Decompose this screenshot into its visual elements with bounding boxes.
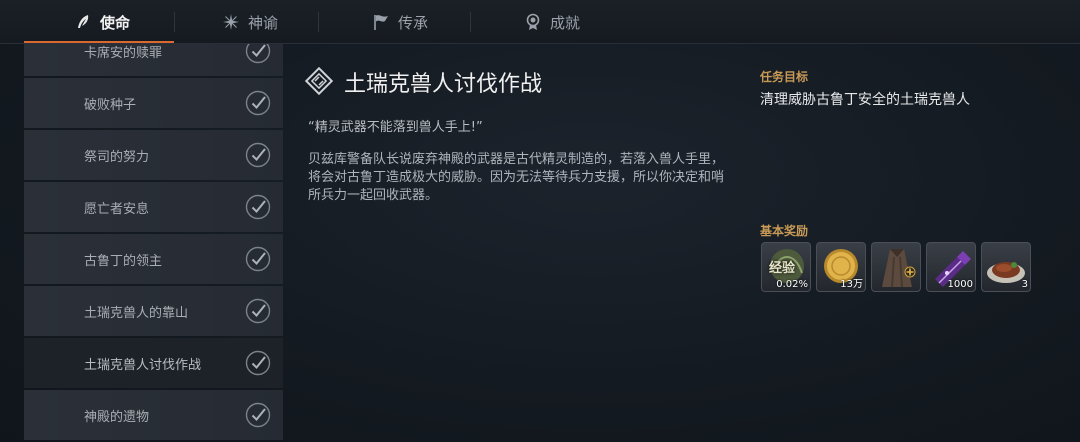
check-circle-icon (245, 90, 271, 116)
quest-list[interactable]: 卡席安的赎罪 破败种子 祭司的努力 愿亡者安息 古鲁丁的领主 土瑞克兽人的靠山 … (24, 44, 283, 442)
quest-list-item[interactable]: 土瑞克兽人的靠山 (24, 286, 283, 336)
objective-label: 任务目标 (760, 70, 809, 84)
quest-list-item-label: 祭司的努力 (84, 149, 150, 165)
quest-list-item-selected[interactable]: 土瑞克兽人讨伐作战 (24, 338, 283, 388)
reward-qty: 3 (1021, 279, 1028, 290)
tab-divider (174, 12, 175, 32)
quest-list-item[interactable]: 古鲁丁的领主 (24, 234, 283, 284)
tab-label: 使命 (100, 13, 131, 32)
quest-list-item-label: 土瑞克兽人的靠山 (84, 305, 189, 321)
quest-list-item[interactable]: 愿亡者安息 (24, 182, 283, 232)
quest-list-item[interactable]: 神殿的遗物 (24, 390, 283, 440)
check-circle-icon (245, 402, 271, 428)
reward-slot-experience[interactable]: 经验 0.02% (761, 242, 811, 292)
quest-emblem-icon (305, 67, 333, 95)
tab-label: 成就 (550, 13, 581, 32)
quest-list-item[interactable]: 祭司的努力 (24, 130, 283, 180)
tab-achievement[interactable]: 成就 (524, 0, 580, 44)
quest-list-item[interactable]: 卡席安的赎罪 (24, 44, 283, 76)
reward-slot-cloak[interactable] (871, 242, 921, 292)
check-circle-icon (245, 350, 271, 376)
reward-slot-scroll[interactable]: 1000 (926, 242, 976, 292)
active-tab-indicator (24, 41, 174, 43)
quest-list-item[interactable]: 破败种子 (24, 78, 283, 128)
quest-list-item-label: 古鲁丁的领主 (84, 253, 163, 269)
quest-list-item-label: 土瑞克兽人讨伐作战 (84, 357, 202, 373)
quest-quote: “精灵武器不能落到兽人手上!” (308, 120, 483, 135)
quest-list-item-label: 破败种子 (84, 97, 137, 113)
tab-oracle[interactable]: 神谕 (222, 0, 278, 44)
tab-mission[interactable]: 使命 (74, 0, 130, 44)
tab-label: 神谕 (248, 13, 279, 32)
quest-list-item-label: 神殿的遗物 (84, 409, 150, 425)
top-tab-bar: 使命 神谕 传承 成就 (0, 0, 1080, 44)
flag-icon (372, 13, 390, 31)
quill-icon (74, 13, 92, 31)
reward-label: 基本奖励 (760, 224, 809, 238)
reward-qty: 13万 (840, 279, 863, 290)
objective-text: 清理威胁古鲁丁安全的土瑞克兽人 (760, 92, 970, 108)
reward-slot-food[interactable]: 3 (981, 242, 1031, 292)
check-circle-icon (245, 194, 271, 220)
check-circle-icon (245, 246, 271, 272)
quest-list-item-label: 卡席安的赎罪 (84, 45, 163, 61)
tab-divider (470, 12, 471, 32)
quest-list-item-label: 愿亡者安息 (84, 201, 150, 217)
tab-label: 传承 (398, 13, 429, 32)
tab-legacy[interactable]: 传承 (372, 0, 428, 44)
quest-description: 贝兹库警备队长说废弃神殿的武器是古代精灵制造的，若落入兽人手里，将会对古鲁丁造成… (308, 152, 725, 203)
check-circle-icon (245, 44, 271, 64)
medal-icon (524, 13, 542, 31)
reward-qty: 0.02% (776, 279, 808, 290)
check-circle-icon (245, 298, 271, 324)
check-circle-icon (245, 142, 271, 168)
reward-qty: 1000 (947, 279, 973, 290)
star-burst-icon (222, 13, 240, 31)
experience-icon-text: 经验 (769, 261, 796, 276)
quest-title: 土瑞克兽人讨伐作战 (344, 72, 543, 97)
cloak-icon (882, 249, 916, 288)
tab-divider (318, 12, 319, 32)
reward-slot-gold[interactable]: 13万 (816, 242, 866, 292)
